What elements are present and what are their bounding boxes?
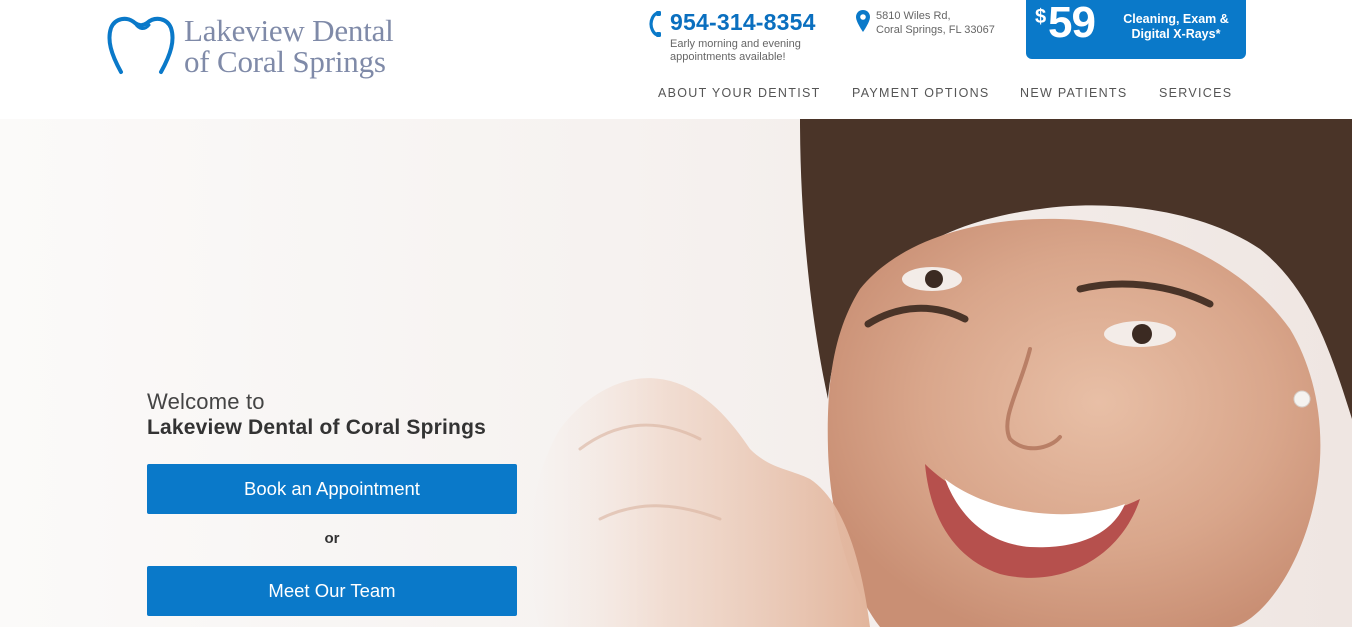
phone-icon	[649, 11, 661, 37]
phone-number-link[interactable]: 954-314-8354	[670, 9, 816, 36]
nav-services[interactable]: SERVICES	[1159, 86, 1232, 100]
welcome-heading: Welcome to Lakeview Dental of Coral Spri…	[147, 389, 567, 441]
promo-price: 59	[1048, 0, 1096, 47]
logo-wordmark: Lakeview Dental of Coral Springs	[184, 15, 394, 77]
hero-section: Welcome to Lakeview Dental of Coral Spri…	[0, 119, 1352, 627]
nav-about-your-dentist[interactable]: ABOUT YOUR DENTIST	[658, 86, 821, 100]
promo-dollar-sign: $	[1035, 6, 1047, 28]
or-separator: or	[324, 530, 340, 547]
address-line2: Coral Springs, FL 33067	[876, 24, 995, 36]
address-text: 5810 Wiles Rd, Coral Springs, FL 33067	[876, 9, 995, 37]
address-line1: 5810 Wiles Rd,	[876, 10, 951, 22]
site-header: Lakeview Dental of Coral Springs 954-314…	[0, 0, 1352, 119]
nav-new-patients[interactable]: NEW PATIENTS	[1020, 86, 1128, 100]
promo-description: Cleaning, Exam & Digital X-Rays*	[1123, 12, 1229, 41]
meet-our-team-button[interactable]: Meet Our Team	[147, 566, 517, 616]
logo-line1: Lakeview Dental	[184, 13, 394, 48]
hero-smiling-woman-image	[0, 119, 1352, 627]
tooth-logo-icon	[107, 16, 175, 74]
welcome-line1: Welcome to	[147, 389, 265, 414]
site-logo[interactable]: Lakeview Dental of Coral Springs	[105, 14, 415, 84]
promo-banner[interactable]: $ 59 Cleaning, Exam & Digital X-Rays*	[1026, 0, 1246, 59]
phone-note: Early morning and evening appointments a…	[670, 38, 801, 63]
nav-payment-options[interactable]: PAYMENT OPTIONS	[852, 86, 990, 100]
welcome-line2: Lakeview Dental of Coral Springs	[147, 416, 486, 439]
map-pin-icon	[856, 10, 870, 32]
book-appointment-button[interactable]: Book an Appointment	[147, 464, 517, 514]
logo-line2: of Coral Springs	[184, 44, 386, 79]
phone-block: 954-314-8354 Early morning and evening a…	[648, 9, 838, 69]
address-block: 5810 Wiles Rd, Coral Springs, FL 33067	[856, 9, 1016, 49]
